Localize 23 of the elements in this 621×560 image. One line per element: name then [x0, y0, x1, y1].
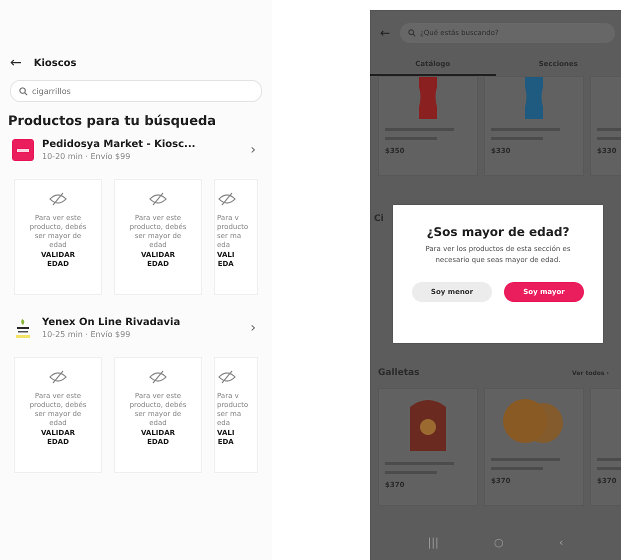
store-delivery-info: 10-25 min · Envío $99 — [42, 330, 132, 339]
search-field[interactable]: cigarrillos — [10, 80, 262, 102]
page-title: Kioscos — [34, 58, 76, 68]
search-icon — [408, 29, 416, 37]
dialog-title: ¿Sos mayor de edad? — [426, 225, 570, 239]
hidden-eye-icon — [217, 370, 237, 384]
store-name: Yenex On Line Rivadavia — [42, 317, 182, 328]
store-logo-icon — [12, 139, 34, 161]
store-row[interactable]: Yenex On Line Rivadavia 10-25 min · Envío $99 › — [0, 311, 272, 345]
store-row[interactable]: Pedidosya Market - Kiosc... 10-20 min · Envío $99 › — [0, 133, 272, 167]
chevron-icon: › — [250, 320, 256, 336]
chevron-icon: › — [250, 142, 256, 158]
search-value: cigarrillos — [32, 86, 71, 96]
hidden-eye-icon — [148, 370, 168, 384]
store-delivery-info: 10-20 min · Envío $99 — [42, 152, 132, 161]
hidden-eye-icon — [148, 192, 168, 206]
hidden-eye-icon — [48, 192, 68, 206]
section-heading: Productos para tu búsqueda — [8, 114, 218, 129]
hidden-eye-icon — [48, 370, 68, 384]
back-button[interactable]: ← — [10, 55, 22, 71]
hidden-eye-icon — [217, 192, 237, 206]
store-name: Pedidosya Market - Kiosc... — [42, 139, 196, 150]
search-icon — [19, 86, 28, 96]
